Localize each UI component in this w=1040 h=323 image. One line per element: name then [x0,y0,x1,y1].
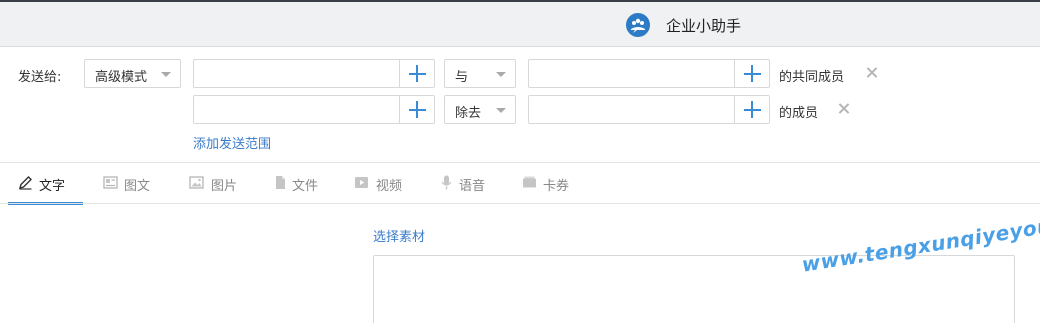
add-member-button-2[interactable] [734,60,769,87]
article-icon [103,176,118,189]
member-input-4[interactable] [529,96,734,123]
tab-voice[interactable]: 语音 [434,163,504,205]
video-icon [355,177,368,188]
microphone-icon [441,175,452,190]
tab-label: 视频 [376,179,403,194]
select-material-link[interactable]: 选择素材 [373,226,425,245]
tab-label: 卡券 [543,179,570,194]
member-input-1[interactable] [194,60,399,87]
operator-select-2[interactable]: 除去 [444,95,516,124]
tab-label: 语音 [459,179,486,194]
file-icon [276,176,285,189]
mode-select[interactable]: 高级模式 [84,59,181,88]
remove-row1-close-icon[interactable] [865,66,879,80]
mode-select-value: 高级模式 [95,70,148,85]
operator-value-2: 除去 [455,106,482,121]
operator-value-1: 与 [455,70,469,85]
chevron-down-icon [496,108,506,113]
tab-label: 图片 [211,179,238,194]
add-member-button-4[interactable] [734,96,769,123]
message-textarea[interactable] [373,255,1015,323]
chevron-down-icon [496,72,506,77]
pencil-icon [18,176,32,190]
member-input-2[interactable] [529,60,734,87]
add-send-range-link[interactable]: 添加发送范围 [193,133,271,152]
member-picker-1 [193,59,435,88]
member-picker-3 [193,95,435,124]
send-to-label: 发送给: [18,70,62,85]
tab-coupon[interactable]: 卡券 [516,163,586,205]
tab-text[interactable]: 文字 [8,163,83,205]
add-member-button-3[interactable] [399,96,434,123]
chevron-down-icon [161,72,171,77]
add-member-button-1[interactable] [399,60,434,87]
member-picker-2 [528,59,770,88]
app-title: 企业小助手 [666,17,742,35]
remove-row2-close-icon[interactable] [837,102,851,116]
member-input-3[interactable] [194,96,399,123]
app-header: 企业小助手 [0,2,1040,47]
tab-image[interactable]: 图片 [182,163,252,205]
row1-suffix: 的共同成员 [779,70,845,85]
image-icon [189,176,204,189]
tabs-divider [0,203,1040,204]
tab-file[interactable]: 文件 [268,163,338,205]
row2-suffix: 的成员 [779,106,819,121]
group-chat-icon [626,13,650,37]
tab-label: 文件 [292,179,319,194]
tab-label: 文字 [39,179,66,194]
member-picker-4 [528,95,770,124]
tab-video[interactable]: 视频 [348,163,418,205]
operator-select-1[interactable]: 与 [444,59,516,88]
tab-article[interactable]: 图文 [95,163,165,205]
tab-label: 图文 [124,179,151,194]
coupon-icon [523,176,536,188]
